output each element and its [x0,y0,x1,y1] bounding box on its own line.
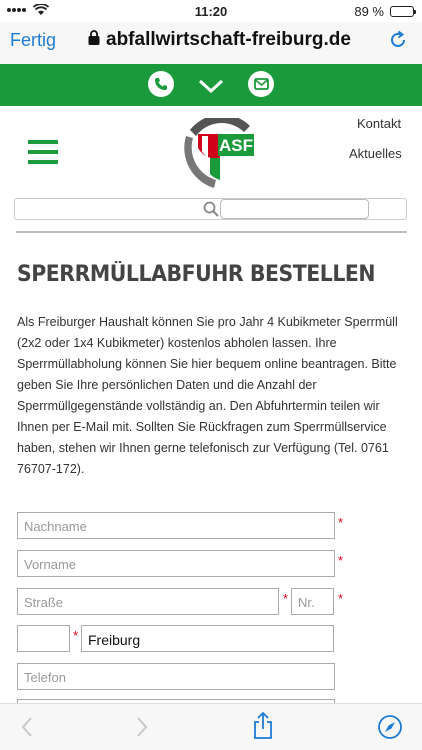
back-icon[interactable] [20,716,34,743]
forward-icon[interactable] [135,716,149,743]
link-aktuelles[interactable]: Aktuelles [349,146,402,161]
required-mark: * [338,553,344,568]
required-mark: * [283,591,289,606]
header-divider [16,231,407,233]
status-right: 89 % [354,4,416,19]
mail-icon[interactable] [248,71,274,97]
required-mark: * [73,628,79,643]
status-bar: 11:20 89 % [0,0,422,22]
chevron-down-icon[interactable] [198,78,224,99]
compass-icon[interactable] [377,714,403,745]
logo-text: ASF [219,136,253,155]
asf-logo[interactable]: ASF [180,114,258,190]
vorname-field[interactable]: Vorname [17,550,335,577]
reload-icon[interactable] [388,30,408,55]
required-mark: * [338,515,344,530]
hausnummer-field[interactable]: Nr. [291,588,334,615]
phone-icon[interactable] [148,71,174,97]
telefon-field[interactable]: Telefon [17,663,335,690]
strasse-field[interactable]: Straße [17,588,279,615]
ort-field[interactable]: Freiburg [81,625,334,652]
search-input[interactable] [220,199,369,219]
url-text: abfallwirtschaft-freiburg.de [106,29,351,50]
required-mark: * [338,591,344,606]
page-title: SPERRMÜLLABFUHR BESTELLEN [17,262,376,287]
plz-field[interactable] [17,625,70,652]
contact-bar [0,64,422,106]
menu-hamburger-icon[interactable] [28,140,58,170]
nachname-field[interactable]: Nachname [17,512,335,539]
intro-text: Als Freiburger Haushalt können Sie pro J… [17,315,398,476]
done-button[interactable]: Fertig [10,30,56,51]
browser-toolbar [0,703,422,750]
search-bar[interactable] [14,198,407,220]
address-field[interactable]: abfallwirtschaft-freiburg.de [88,29,351,51]
battery-percent: 89 % [354,4,384,19]
battery-icon [390,6,416,17]
lock-icon [88,29,100,51]
browser-url-bar: Fertig abfallwirtschaft-freiburg.de [0,22,422,64]
share-icon[interactable] [253,711,273,745]
search-icon[interactable] [203,201,219,222]
link-kontakt[interactable]: Kontakt [357,116,401,131]
